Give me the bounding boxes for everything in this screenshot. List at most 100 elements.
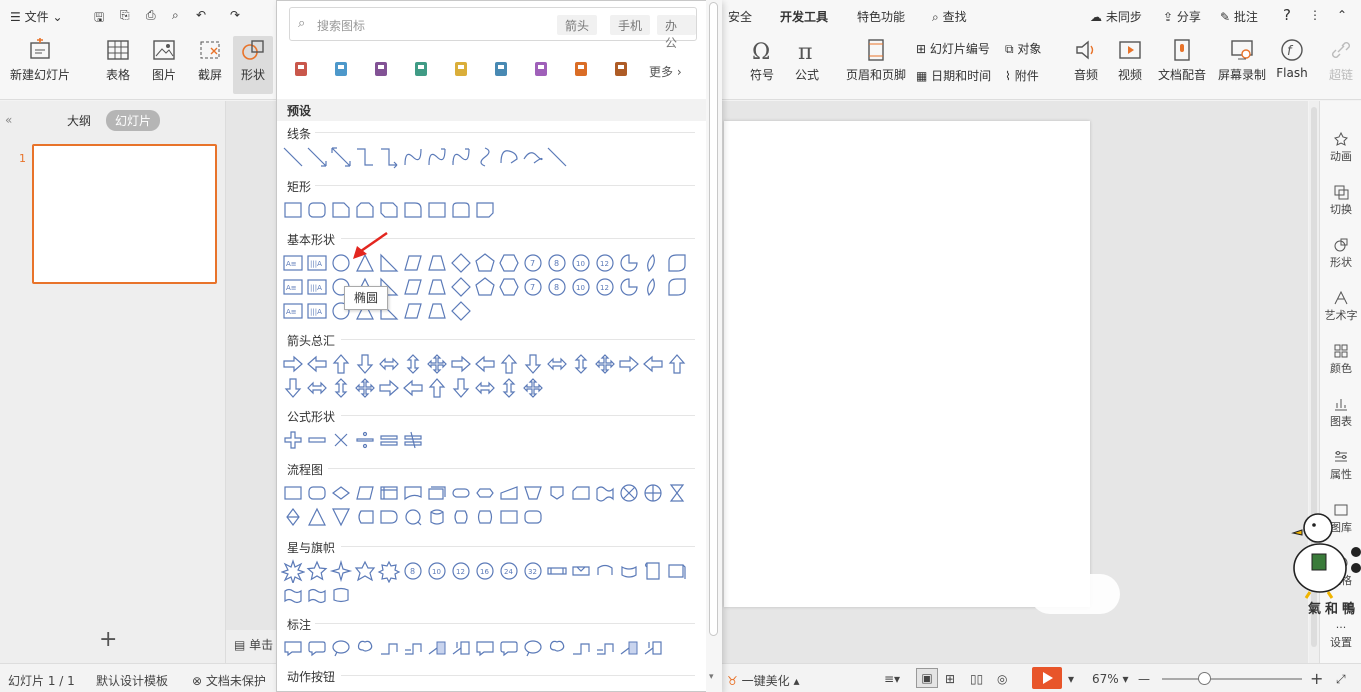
shape-option[interactable]: [641, 559, 665, 583]
shape-option[interactable]: [497, 251, 521, 275]
shape-option[interactable]: [521, 636, 545, 660]
slide-number-button[interactable]: ⊞ 幻灯片编号: [916, 40, 990, 57]
shape-option[interactable]: [449, 198, 473, 222]
shape-option[interactable]: [425, 481, 449, 505]
shape-option[interactable]: [665, 352, 689, 376]
shape-option[interactable]: [545, 145, 569, 169]
slide-thumbnail[interactable]: [32, 144, 217, 284]
shape-option[interactable]: [545, 636, 569, 660]
play-slideshow-button[interactable]: [1032, 667, 1062, 689]
redo-icon[interactable]: ↷: [230, 8, 240, 22]
shape-option[interactable]: 10: [569, 275, 593, 299]
shape-option[interactable]: [569, 636, 593, 660]
shape-option[interactable]: [641, 275, 665, 299]
shape-option[interactable]: [449, 505, 473, 529]
shape-option[interactable]: [377, 481, 401, 505]
shape-option[interactable]: [545, 481, 569, 505]
object-button[interactable]: ⧉ 对象: [1005, 40, 1041, 57]
shape-option[interactable]: 7: [521, 275, 545, 299]
shape-option[interactable]: [401, 198, 425, 222]
preview-icon[interactable]: ⌕: [172, 8, 179, 23]
shape-option[interactable]: [449, 376, 473, 400]
zoom-select[interactable]: 67% ▾: [1092, 672, 1129, 686]
date-time-button[interactable]: ▦ 日期和时间: [916, 67, 991, 84]
shape-option[interactable]: [449, 636, 473, 660]
shape-option[interactable]: [305, 481, 329, 505]
more-icon[interactable]: ⋮: [1309, 8, 1321, 22]
chip-arrow[interactable]: 箭头: [557, 15, 598, 35]
symbol-button[interactable]: Ω 符号: [742, 36, 782, 94]
shape-option[interactable]: [617, 352, 641, 376]
shape-option[interactable]: [377, 352, 401, 376]
slide-canvas[interactable]: [724, 121, 1090, 607]
save-icon[interactable]: 🖫: [94, 8, 104, 29]
sidebar-item-settings[interactable]: ··· 设置: [1320, 621, 1361, 650]
formula-button[interactable]: π 公式: [787, 36, 827, 94]
shape-option[interactable]: [305, 583, 329, 607]
add-slide-button[interactable]: +: [99, 627, 117, 652]
shape-option[interactable]: 10: [569, 251, 593, 275]
scroll-down-icon[interactable]: ▾: [709, 672, 714, 682]
shape-option[interactable]: [377, 376, 401, 400]
shape-option[interactable]: [353, 376, 377, 400]
shape-option[interactable]: [473, 352, 497, 376]
more-icons-link[interactable]: 更多 ›: [649, 63, 682, 80]
print-icon[interactable]: ⎙: [146, 8, 156, 23]
presenter-view-icon[interactable]: ◎: [997, 672, 1007, 686]
shape-option[interactable]: [281, 481, 305, 505]
shape-option[interactable]: [353, 481, 377, 505]
shape-option[interactable]: [401, 299, 425, 323]
shape-option[interactable]: [377, 505, 401, 529]
shape-option[interactable]: [425, 636, 449, 660]
shape-option[interactable]: [473, 636, 497, 660]
table-button[interactable]: 表格: [98, 36, 138, 94]
shape-option[interactable]: A≡: [281, 275, 305, 299]
shape-option[interactable]: 8: [401, 559, 425, 583]
shape-option[interactable]: [593, 481, 617, 505]
shape-option[interactable]: [353, 198, 377, 222]
shape-option[interactable]: [425, 145, 449, 169]
shape-option[interactable]: [473, 376, 497, 400]
shape-option[interactable]: [473, 275, 497, 299]
shape-option[interactable]: [497, 275, 521, 299]
shape-option[interactable]: [401, 428, 425, 452]
shape-option[interactable]: [665, 559, 689, 583]
shape-option[interactable]: [281, 583, 305, 607]
library-icon[interactable]: [491, 59, 511, 79]
shape-option[interactable]: [329, 636, 353, 660]
template-name[interactable]: 默认设计模板: [96, 672, 168, 689]
tab-outline[interactable]: 大纲: [67, 112, 91, 129]
library-icon[interactable]: [611, 59, 631, 79]
shape-option[interactable]: 7: [521, 251, 545, 275]
shape-option[interactable]: [281, 145, 305, 169]
library-icon[interactable]: [291, 59, 311, 79]
shape-option[interactable]: 8: [545, 275, 569, 299]
dropdown-scrollbar[interactable]: ▾: [706, 0, 722, 692]
shape-option[interactable]: [305, 559, 329, 583]
library-icon[interactable]: [571, 59, 591, 79]
sync-status[interactable]: ☁ 未同步: [1090, 8, 1142, 25]
shape-option[interactable]: [425, 275, 449, 299]
picture-button[interactable]: 图片: [144, 36, 184, 94]
shape-option[interactable]: [449, 352, 473, 376]
shape-option[interactable]: [425, 505, 449, 529]
sidebar-item-chart[interactable]: 图表: [1320, 396, 1361, 429]
library-icon[interactable]: [371, 59, 391, 79]
shape-option[interactable]: [401, 251, 425, 275]
shape-option[interactable]: [281, 198, 305, 222]
shape-option[interactable]: [521, 376, 545, 400]
zoom-in-button[interactable]: +: [1310, 669, 1323, 688]
shape-option[interactable]: 16: [473, 559, 497, 583]
shape-option[interactable]: [377, 198, 401, 222]
shape-option[interactable]: [305, 352, 329, 376]
play-dropdown-icon[interactable]: ▾: [1068, 672, 1074, 686]
shape-option[interactable]: [329, 481, 353, 505]
collapse-icon[interactable]: ⌃: [1337, 8, 1347, 22]
chip-office[interactable]: 办公: [657, 15, 696, 50]
reading-view-icon[interactable]: ▯▯: [970, 672, 983, 686]
collapse-panel-icon[interactable]: «: [5, 113, 12, 127]
comment-button[interactable]: ✎ 批注: [1220, 8, 1258, 25]
shape-option[interactable]: [449, 251, 473, 275]
shape-option[interactable]: [281, 376, 305, 400]
shape-option[interactable]: A≡: [281, 251, 305, 275]
